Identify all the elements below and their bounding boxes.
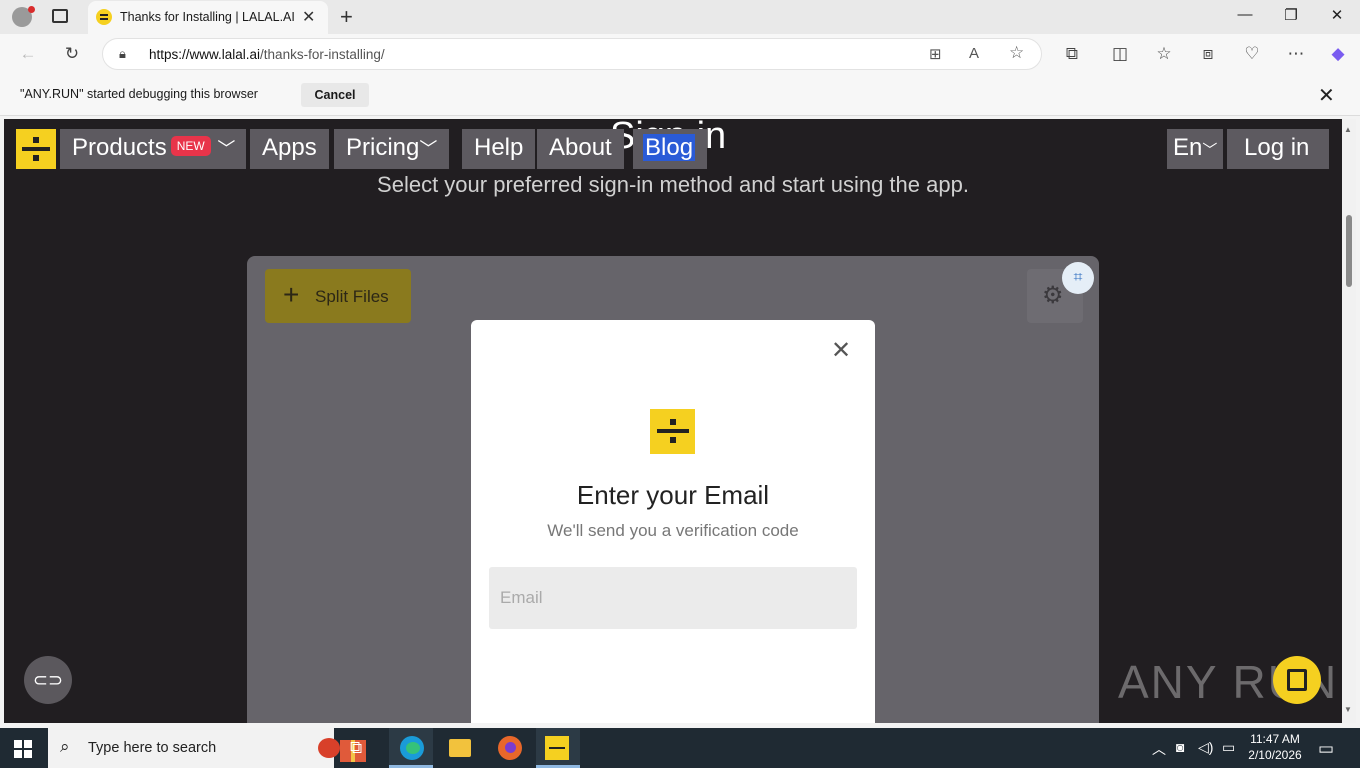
nav-products-label: Products	[72, 134, 167, 161]
clock-time: 11:47 AM	[1250, 732, 1300, 746]
tab-lalal[interactable]: Thanks for Installing | LALAL.AI ✕	[88, 1, 328, 34]
nav-products[interactable]: Products NEW ﹀	[60, 129, 246, 169]
tab-close-icon[interactable]: ✕	[302, 7, 315, 27]
lalal-favicon-icon	[96, 9, 112, 25]
plus-icon: +	[283, 279, 300, 310]
page-scrollbar[interactable]: ▲ ▼	[1342, 119, 1356, 723]
back-icon[interactable]: ←	[16, 44, 40, 64]
nav-apps[interactable]: Apps	[250, 129, 329, 169]
lalal-taskbar-icon[interactable]	[536, 728, 580, 768]
tab-actions-icon[interactable]	[52, 9, 68, 23]
infobar-close-icon[interactable]: ✕	[1318, 83, 1335, 108]
language-label: En	[1173, 134, 1203, 161]
cancel-debug-button[interactable]: Cancel	[301, 83, 369, 107]
modal-title: Enter your Email	[576, 480, 770, 510]
lalal-logo-icon[interactable]	[16, 129, 56, 169]
nav-help[interactable]: Help	[462, 129, 536, 169]
nav-about[interactable]: About	[537, 129, 624, 169]
file-explorer-icon[interactable]	[437, 728, 481, 768]
nav-pricing-label: Pricing	[346, 134, 420, 161]
task-view-icon[interactable]: ⧉	[338, 728, 382, 768]
read-aloud-icon[interactable]: A	[969, 45, 979, 62]
gear-icon: ⚙	[1042, 282, 1064, 309]
lock-icon[interactable]: 🔒︎	[119, 46, 126, 62]
browser-toolbar: ← ↻ 🔒︎ https://www.lalal.ai/thanks-for-i…	[0, 34, 1360, 74]
email-modal: ✕ Enter your Email We'll send you a veri…	[471, 320, 875, 723]
collections-icon[interactable]: ⧈	[1196, 44, 1220, 64]
browser-essentials-icon[interactable]: ♡	[1240, 44, 1264, 64]
windows-start-icon[interactable]	[14, 740, 32, 758]
chat-icon[interactable]	[1273, 656, 1321, 704]
debug-infobar: "ANY.RUN" started debugging this browser…	[0, 74, 1360, 116]
modal-subtitle: We'll send you a verification code	[547, 521, 799, 540]
link-icon[interactable]: ⊂⊃	[24, 656, 72, 704]
url-text: https://www.lalal.ai/thanks-for-installi…	[149, 47, 385, 62]
copilot-icon[interactable]: ◆	[1326, 44, 1350, 64]
windows-taskbar: ⌕ Type here to search ⧉ ︿ ◙ ◁) ▭ 11:47 A…	[0, 728, 1360, 768]
chevron-down-icon: ﹀	[419, 139, 438, 159]
browser-tab-strip: Thanks for Installing | LALAL.AI ✕ + — ❐…	[0, 0, 1360, 34]
chevron-down-icon: ﹀	[217, 139, 236, 159]
lalal-logo-icon	[650, 409, 695, 454]
clock-date: 2/10/2026	[1248, 748, 1302, 762]
profile-avatar-icon[interactable]	[12, 6, 35, 27]
scroll-down-icon[interactable]: ▼	[1344, 705, 1352, 714]
extensions-icon[interactable]: ⧉	[1060, 44, 1084, 64]
favorite-star-icon[interactable]: ☆	[1009, 43, 1024, 63]
web-page: Sign in Select your preferred sign-in me…	[4, 119, 1342, 723]
search-icon: ⌕	[60, 737, 70, 756]
new-tab-icon[interactable]: +	[340, 4, 353, 30]
nav-blog[interactable]: Blog	[633, 129, 708, 169]
chevron-down-icon: ﹀	[1202, 142, 1218, 159]
notifications-icon[interactable]: ▭	[1318, 739, 1334, 759]
split-screen-icon[interactable]: ◫	[1108, 44, 1132, 64]
edge-taskbar-icon[interactable]	[389, 728, 433, 768]
volume-icon[interactable]: ◁)	[1198, 739, 1213, 756]
taskbar-search-placeholder: Type here to search	[88, 740, 217, 756]
language-selector[interactable]: En﹀	[1167, 129, 1223, 169]
meet-now-icon[interactable]: ◙	[1176, 739, 1184, 755]
split-files-button[interactable]: + Split Files	[265, 269, 411, 323]
split-files-label: Split Files	[315, 287, 389, 306]
refresh-icon[interactable]: ↻	[60, 44, 84, 64]
app-available-icon[interactable]: ⊞	[929, 45, 942, 63]
modal-close-icon[interactable]: ✕	[831, 336, 851, 365]
address-bar[interactable]: 🔒︎ https://www.lalal.ai/thanks-for-insta…	[102, 38, 1042, 70]
new-badge: NEW	[170, 136, 211, 156]
favorites-icon[interactable]: ☆	[1152, 44, 1176, 64]
visual-search-icon[interactable]: ⌗	[1062, 262, 1094, 294]
email-field[interactable]	[489, 567, 857, 629]
network-icon[interactable]: ▭	[1222, 739, 1235, 756]
tab-title: Thanks for Installing | LALAL.AI	[120, 10, 295, 24]
firefox-icon[interactable]	[487, 728, 531, 768]
nav-pricing[interactable]: Pricing﹀	[334, 129, 450, 169]
scroll-thumb[interactable]	[1346, 215, 1352, 287]
more-menu-icon[interactable]: ⋯	[1284, 44, 1308, 64]
taskbar-clock[interactable]: 11:47 AM 2/10/2026	[1244, 731, 1306, 763]
tray-chevron-icon[interactable]: ︿	[1152, 739, 1166, 759]
window-close-icon[interactable]: ✕	[1314, 6, 1360, 24]
debug-message: "ANY.RUN" started debugging this browser	[20, 87, 258, 101]
minimize-icon[interactable]: —	[1222, 6, 1268, 23]
restore-icon[interactable]: ❐	[1268, 6, 1314, 24]
signin-subtitle: Select your preferred sign-in method and…	[377, 172, 969, 197]
nav-blog-label: Blog	[643, 134, 696, 161]
taskbar-search[interactable]: ⌕ Type here to search	[48, 728, 366, 768]
scroll-up-icon[interactable]: ▲	[1344, 125, 1352, 134]
login-button[interactable]: Log in	[1227, 129, 1329, 169]
